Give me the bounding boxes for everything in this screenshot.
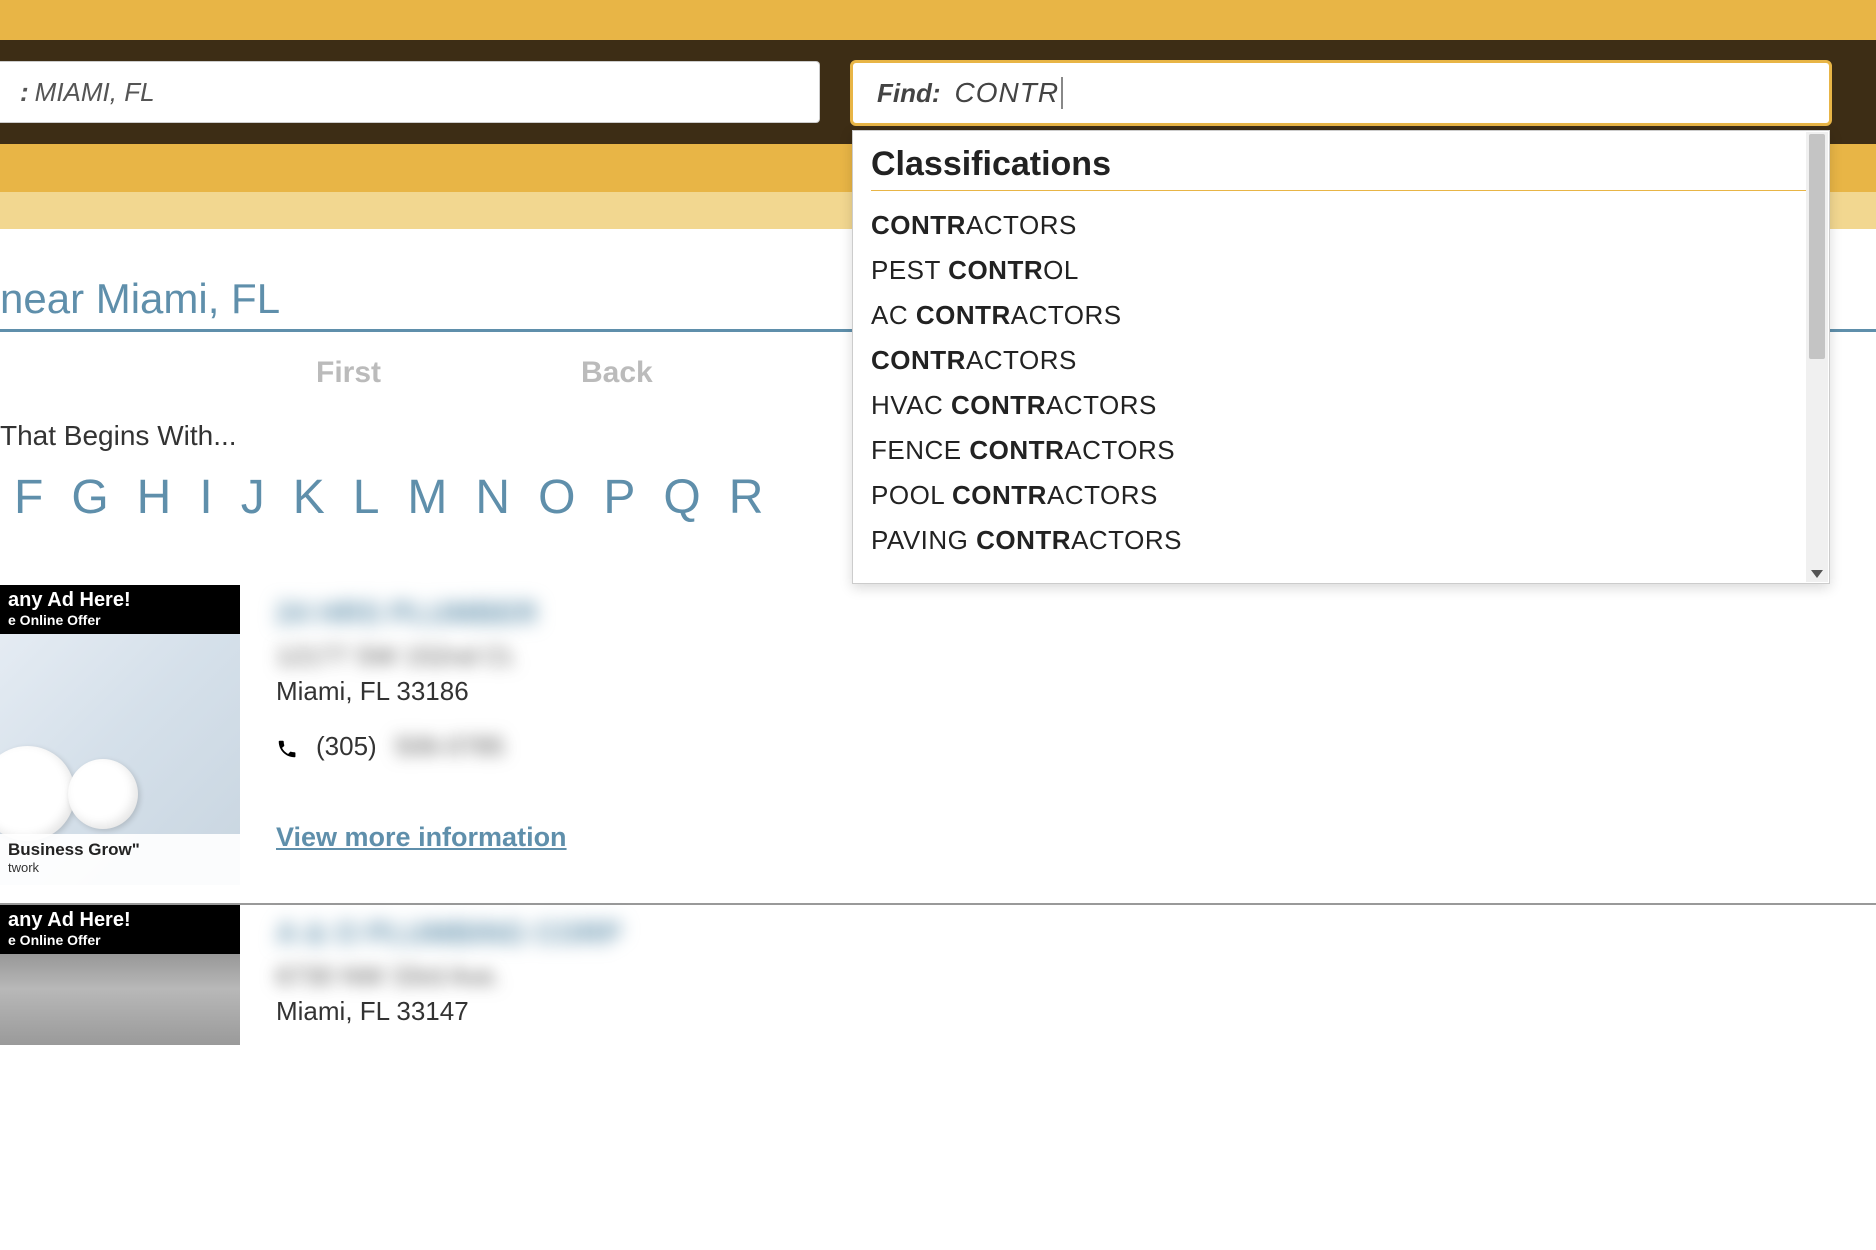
ad-header: any Ad Here! e Online Offer xyxy=(0,905,240,954)
scrollbar-track[interactable] xyxy=(1806,132,1828,582)
location-input[interactable]: : MIAMI, FL xyxy=(0,61,820,123)
alpha-letter-link[interactable]: I xyxy=(199,470,212,525)
autocomplete-item[interactable]: PEST CONTROL xyxy=(871,248,1811,293)
listing-info: A & O PLUMBING CORP 6730 NW 33rd Ave. Mi… xyxy=(240,905,1876,1051)
alpha-letter-link[interactable]: H xyxy=(137,470,172,525)
ad-box[interactable]: any Ad Here! e Online Offer Business Gro… xyxy=(0,585,240,885)
alpha-letter-link[interactable]: R xyxy=(729,470,764,525)
dropdown-divider xyxy=(871,190,1811,191)
autocomplete-item[interactable]: CONTRACTORS xyxy=(871,338,1811,383)
find-label: Find: xyxy=(877,78,941,109)
ad-footer: Business Grow" twork xyxy=(0,834,240,885)
pager-first: First xyxy=(316,356,381,390)
autocomplete-item[interactable]: CONTRACTORS xyxy=(871,203,1811,248)
autocomplete-item[interactable]: POOL CONTRACTORS xyxy=(871,473,1811,518)
alpha-letter-link[interactable]: K xyxy=(293,470,325,525)
alpha-letter-link[interactable]: G xyxy=(71,470,108,525)
location-value: MIAMI, FL xyxy=(35,77,155,108)
autocomplete-item[interactable]: HVAC CONTRACTORS xyxy=(871,383,1811,428)
alpha-letter-link[interactable]: O xyxy=(538,470,575,525)
autocomplete-dropdown: Classifications CONTRACTORSPEST CONTROLA… xyxy=(852,130,1830,584)
alpha-letter-link[interactable]: J xyxy=(241,470,265,525)
phone-icon xyxy=(276,736,298,758)
blueprint-roll-icon xyxy=(0,746,75,841)
ad-box[interactable]: any Ad Here! e Online Offer xyxy=(0,905,240,1045)
ad-header-line2: e Online Offer xyxy=(8,612,232,628)
listing-row: any Ad Here! e Online Offer Business Gro… xyxy=(0,585,1876,905)
pager-back: Back xyxy=(581,356,653,390)
phone-area-code: (305) xyxy=(316,731,377,762)
alpha-letter-link[interactable]: M xyxy=(407,470,447,525)
ad-header-line2: e Online Offer xyxy=(8,932,232,948)
dropdown-heading: Classifications xyxy=(871,145,1811,184)
business-address-line1: 6730 NW 33rd Ave. xyxy=(276,961,1876,992)
business-address-line1: 12177 SW 152nd Ct. xyxy=(276,641,1876,672)
business-name[interactable]: 24 HRS PLUMBER xyxy=(276,597,1876,631)
ad-header-line1: any Ad Here! xyxy=(8,589,232,612)
alpha-letter-link[interactable]: P xyxy=(603,470,635,525)
business-phone: (305) 506-0785 xyxy=(276,731,1876,762)
autocomplete-item[interactable]: AC CONTRACTORS xyxy=(871,293,1811,338)
phone-number-rest: 506-0785 xyxy=(395,731,505,762)
alpha-letter-link[interactable]: L xyxy=(353,470,380,525)
find-input[interactable]: Find: CONTR xyxy=(850,60,1832,126)
alpha-letter-link[interactable]: F xyxy=(14,470,43,525)
business-city-state: Miami, FL 33186 xyxy=(276,676,1876,707)
ad-header-line1: any Ad Here! xyxy=(8,909,232,932)
top-gold-bar xyxy=(0,0,1876,40)
ad-footer-line1: Business Grow" xyxy=(8,840,232,860)
listing-row: any Ad Here! e Online Offer A & O PLUMBI… xyxy=(0,905,1876,1069)
ad-header: any Ad Here! e Online Offer xyxy=(0,585,240,634)
scrollbar-thumb[interactable] xyxy=(1809,134,1825,359)
listing-info: 24 HRS PLUMBER 12177 SW 152nd Ct. Miami,… xyxy=(240,585,1876,885)
find-input-wrapper: Find: CONTR Classifications CONTRACTORSP… xyxy=(850,60,1832,126)
autocomplete-item[interactable]: FENCE CONTRACTORS xyxy=(871,428,1811,473)
business-city-state: Miami, FL 33147 xyxy=(276,996,1876,1027)
business-name[interactable]: A & O PLUMBING CORP xyxy=(276,917,1876,951)
find-value: CONTR xyxy=(955,77,1064,109)
location-prefix: : xyxy=(20,77,29,108)
view-more-link[interactable]: View more information xyxy=(276,822,567,852)
autocomplete-item[interactable]: PAVING CONTRACTORS xyxy=(871,518,1811,563)
ad-footer-line2: twork xyxy=(8,860,232,875)
scroll-down-arrow-icon[interactable] xyxy=(1811,570,1823,578)
header-search-bar: : MIAMI, FL Find: CONTR Classifications … xyxy=(0,40,1876,144)
blueprint-roll-icon xyxy=(68,759,138,829)
alpha-letter-link[interactable]: Q xyxy=(663,470,700,525)
alpha-letter-link[interactable]: N xyxy=(475,470,510,525)
